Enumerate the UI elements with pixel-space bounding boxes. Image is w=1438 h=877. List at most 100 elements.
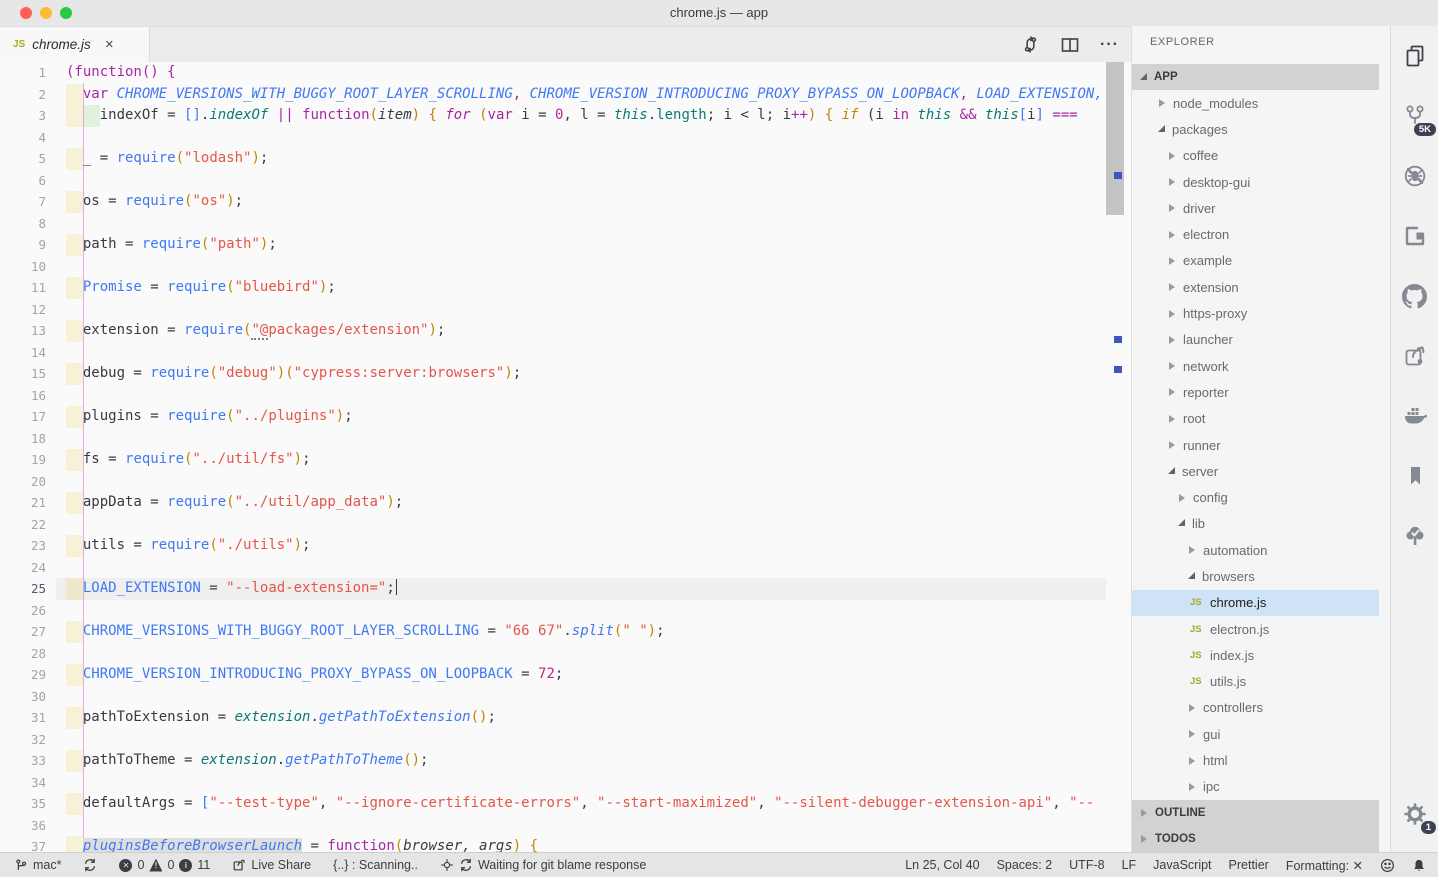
status-formatting[interactable]: Formatting: ✕ bbox=[1286, 858, 1363, 873]
code-line[interactable] bbox=[66, 643, 1107, 665]
tree-folder-gui[interactable]: gui bbox=[1132, 721, 1379, 747]
more-actions-icon[interactable]: ··· bbox=[1100, 36, 1119, 54]
tree-folder-browsers[interactable]: browsers bbox=[1132, 563, 1379, 589]
tree-file-index.js[interactable]: JSindex.js bbox=[1132, 642, 1379, 668]
status-cursor-position[interactable]: Ln 25, Col 40 bbox=[905, 858, 979, 872]
status-feedback[interactable] bbox=[1380, 858, 1395, 873]
tree-folder-runner[interactable]: runner bbox=[1132, 432, 1379, 458]
status-spell-checker[interactable]: {..} : Scanning.. bbox=[333, 858, 418, 872]
tree-file-chrome.js[interactable]: JSchrome.js bbox=[1132, 590, 1379, 616]
code-line[interactable] bbox=[66, 127, 1107, 149]
tree-folder-electron[interactable]: electron bbox=[1132, 221, 1379, 247]
status-git-blame[interactable]: Waiting for git blame response bbox=[440, 858, 646, 872]
tree-folder-server[interactable]: server bbox=[1132, 458, 1379, 484]
code-line[interactable]: utils = require("./utils"); bbox=[66, 535, 1107, 557]
status-indentation[interactable]: Spaces: 2 bbox=[997, 858, 1053, 872]
code-line[interactable]: plugins = require("../plugins"); bbox=[66, 406, 1107, 428]
tree-folder-automation[interactable]: automation bbox=[1132, 537, 1379, 563]
code-line[interactable] bbox=[66, 256, 1107, 278]
code-line[interactable]: appData = require("../util/app_data"); bbox=[66, 492, 1107, 514]
status-eol[interactable]: LF bbox=[1122, 858, 1137, 872]
close-icon[interactable]: ✕ bbox=[105, 38, 114, 51]
code-line[interactable]: (function() { bbox=[66, 62, 1107, 84]
tab-chrome-js[interactable]: JS chrome.js ✕ bbox=[0, 27, 150, 62]
code-line[interactable]: CHROME_VERSIONS_WITH_BUGGY_ROOT_LAYER_SC… bbox=[66, 621, 1107, 643]
code-line[interactable]: extension = require("@packages/extension… bbox=[66, 320, 1107, 342]
tree-folder-config[interactable]: config bbox=[1132, 484, 1379, 510]
code-line[interactable] bbox=[66, 557, 1107, 579]
status-notifications[interactable] bbox=[1412, 858, 1426, 873]
tree-folder-controllers[interactable]: controllers bbox=[1132, 695, 1379, 721]
activity-bar-extensions[interactable] bbox=[1391, 214, 1438, 258]
activity-bar-settings[interactable]: 1 bbox=[1391, 792, 1438, 836]
activity-bar-debug[interactable] bbox=[1391, 154, 1438, 198]
tree-folder-lib[interactable]: lib bbox=[1132, 511, 1379, 537]
section-header-app[interactable]: APP bbox=[1132, 64, 1379, 90]
tree-file-electron.js[interactable]: JSelectron.js bbox=[1132, 616, 1379, 642]
tree-folder-extension[interactable]: extension bbox=[1132, 274, 1379, 300]
code-line[interactable]: Promise = require("bluebird"); bbox=[66, 277, 1107, 299]
code-line[interactable]: fs = require("../util/fs"); bbox=[66, 449, 1107, 471]
code-line[interactable] bbox=[66, 686, 1107, 708]
code-line[interactable]: var CHROME_VERSIONS_WITH_BUGGY_ROOT_LAYE… bbox=[66, 84, 1107, 106]
section-header-outline[interactable]: OUTLINE bbox=[1132, 800, 1379, 826]
editor-pane[interactable]: 1234567891011121314151617181920212223242… bbox=[0, 62, 1131, 852]
code-line[interactable]: defaultArgs = ["--test-type", "--ignore-… bbox=[66, 793, 1107, 815]
code-line[interactable] bbox=[66, 213, 1107, 235]
activity-bar-explorer[interactable] bbox=[1391, 34, 1438, 78]
code-line[interactable] bbox=[66, 514, 1107, 536]
activity-bar-github[interactable] bbox=[1391, 274, 1438, 318]
tree-folder-launcher[interactable]: launcher bbox=[1132, 327, 1379, 353]
tree-folder-node_modules[interactable]: node_modules bbox=[1132, 90, 1379, 116]
tree-folder-https-proxy[interactable]: https-proxy bbox=[1132, 300, 1379, 326]
code-line[interactable]: os = require("os"); bbox=[66, 191, 1107, 213]
code-line[interactable] bbox=[66, 772, 1107, 794]
activity-bar-bookmarks[interactable] bbox=[1391, 454, 1438, 498]
tree-folder-desktop-gui[interactable]: desktop-gui bbox=[1132, 169, 1379, 195]
activity-bar-live-share[interactable] bbox=[1391, 334, 1438, 378]
status-sync[interactable] bbox=[83, 858, 97, 872]
code-line[interactable] bbox=[66, 385, 1107, 407]
tree-folder-root[interactable]: root bbox=[1132, 406, 1379, 432]
code-line[interactable]: pathToTheme = extension.getPathToTheme()… bbox=[66, 750, 1107, 772]
status-formatter[interactable]: Prettier bbox=[1229, 858, 1269, 872]
code-line[interactable] bbox=[66, 729, 1107, 751]
tree-folder-driver[interactable]: driver bbox=[1132, 195, 1379, 221]
code-line[interactable]: CHROME_VERSION_INTRODUCING_PROXY_BYPASS_… bbox=[66, 664, 1107, 686]
tree-file-utils.js[interactable]: JSutils.js bbox=[1132, 669, 1379, 695]
section-header-todos[interactable]: TODOS bbox=[1132, 826, 1379, 852]
status-encoding[interactable]: UTF-8 bbox=[1069, 858, 1104, 872]
status-problems[interactable]: ✕0!0i11 bbox=[119, 858, 210, 872]
code-line[interactable]: LOAD_EXTENSION = "--load-extension="; bbox=[66, 578, 1107, 600]
status-language[interactable]: JavaScript bbox=[1153, 858, 1211, 872]
code-line[interactable] bbox=[66, 428, 1107, 450]
status-live-share[interactable]: Live Share bbox=[232, 858, 311, 872]
tree-folder-reporter[interactable]: reporter bbox=[1132, 379, 1379, 405]
split-editor-icon[interactable] bbox=[1060, 35, 1080, 55]
code-line[interactable]: pluginsBeforeBrowserLaunch = function(br… bbox=[66, 836, 1107, 852]
code-line[interactable] bbox=[66, 815, 1107, 837]
code-line[interactable] bbox=[66, 342, 1107, 364]
code-line[interactable]: pathToExtension = extension.getPathToExt… bbox=[66, 707, 1107, 729]
code-line[interactable]: _ = require("lodash"); bbox=[66, 148, 1107, 170]
activity-bar-source-control[interactable]: 5K bbox=[1391, 94, 1438, 138]
tree-folder-html[interactable]: html bbox=[1132, 747, 1379, 773]
code-line[interactable] bbox=[66, 299, 1107, 321]
code-line[interactable]: debug = require("debug")("cypress:server… bbox=[66, 363, 1107, 385]
tree-folder-packages[interactable]: packages bbox=[1132, 116, 1379, 142]
tree-folder-ipc[interactable]: ipc bbox=[1132, 774, 1379, 800]
activity-bar-todo-tree[interactable] bbox=[1391, 514, 1438, 558]
editor-scrollbar[interactable] bbox=[1106, 62, 1124, 215]
activity-bar-docker[interactable] bbox=[1391, 394, 1438, 438]
tree-folder-network[interactable]: network bbox=[1132, 353, 1379, 379]
code-line[interactable] bbox=[66, 471, 1107, 493]
code-line[interactable]: indexOf = [].indexOf || function(item) {… bbox=[66, 105, 1107, 127]
code-line[interactable] bbox=[66, 170, 1107, 192]
compare-changes-icon[interactable] bbox=[1021, 35, 1040, 54]
code-line[interactable]: path = require("path"); bbox=[66, 234, 1107, 256]
tree-folder-example[interactable]: example bbox=[1132, 248, 1379, 274]
code-line[interactable] bbox=[66, 600, 1107, 622]
code-area[interactable]: (function() {var CHROME_VERSIONS_WITH_BU… bbox=[66, 62, 1107, 852]
status-git-branch[interactable]: mac* bbox=[14, 858, 61, 873]
tree-folder-coffee[interactable]: coffee bbox=[1132, 143, 1379, 169]
